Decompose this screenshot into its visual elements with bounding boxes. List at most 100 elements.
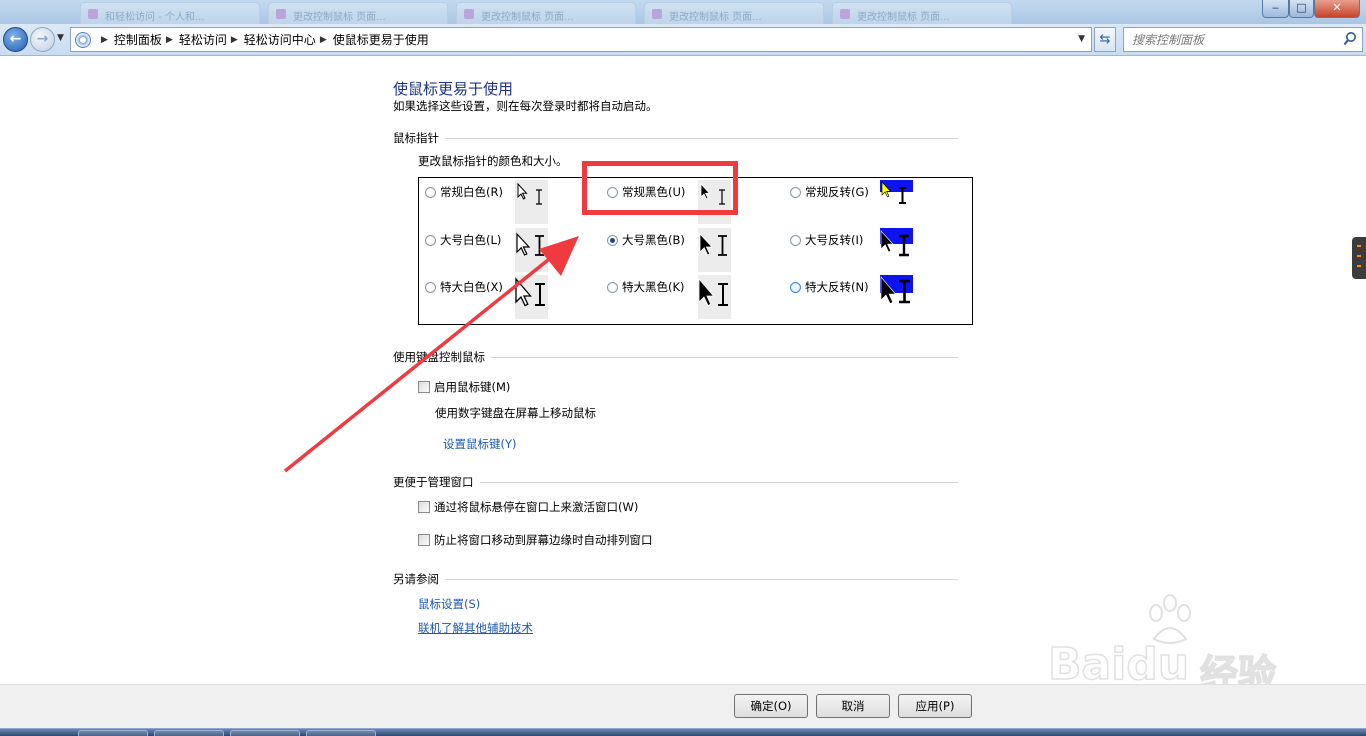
refresh-button[interactable]: ⇆ (1094, 27, 1116, 52)
handle-dot (1357, 255, 1361, 257)
search-box[interactable] (1123, 27, 1363, 52)
ghost-tab[interactable]: 更改控制鼠标 页面... (268, 2, 448, 24)
inverted-pointer-icon (880, 230, 909, 257)
page-icon (88, 9, 98, 19)
mouse-keys-description: 使用数字键盘在屏幕上移动鼠标 (435, 406, 596, 420)
mouse-keys-checkbox[interactable]: 启用鼠标键(M) (418, 379, 510, 395)
extra-large-white-preview (515, 275, 548, 319)
ghost-tab[interactable]: 更改控制鼠标 页面... (832, 2, 1012, 24)
section-keyboard: 使用键盘控制鼠标 (393, 349, 958, 365)
checkbox[interactable] (418, 501, 430, 513)
control-panel-icon (75, 31, 91, 48)
window-titlebar: 和轻松访问 - 个人和... 更改控制鼠标 页面... 更改控制鼠标 页面...… (0, 0, 1366, 24)
minimize-button[interactable]: ‒ (1262, 0, 1289, 18)
black-pointer-icon (698, 277, 728, 307)
chevron-right-icon[interactable]: ▶ (101, 35, 108, 45)
side-panel-handle[interactable] (1352, 237, 1366, 279)
option-regular-white[interactable]: 常规白色(R) (425, 182, 503, 202)
inverted-pointer-icon (881, 181, 906, 204)
radio-button[interactable] (790, 281, 801, 293)
taskbar-item[interactable] (306, 730, 376, 736)
extra-large-black-preview (698, 275, 731, 319)
address-bar[interactable]: ▶ 控制面板 ▶ 轻松访问 ▶ 轻松访问中心 ▶ 使鼠标更易于使用 ▼ (70, 27, 1092, 52)
radio-button[interactable] (607, 234, 618, 246)
recent-pages-dropdown-icon[interactable]: ▼ (57, 33, 64, 43)
ghost-tab[interactable]: 和轻松访问 - 个人和... (80, 2, 260, 24)
dialog-footer: 确定(O) 取消 应用(P) (0, 684, 1366, 728)
section-see-also: 另请参阅 (393, 571, 958, 587)
handle-dot (1357, 265, 1361, 267)
black-pointer-icon (699, 232, 727, 256)
option-extra-large-inverted[interactable]: 特大反转(N) (790, 277, 869, 297)
chevron-down-icon[interactable]: ▼ (1078, 34, 1085, 44)
taskbar-item[interactable] (230, 730, 300, 736)
apply-button[interactable]: 应用(P) (898, 694, 972, 718)
regular-inverted-preview (880, 180, 913, 224)
setup-mouse-keys-link[interactable]: 设置鼠标键(Y) (443, 436, 517, 452)
radio-button[interactable] (790, 234, 801, 246)
section-heading: 鼠标指针 (393, 131, 439, 145)
back-button[interactable]: ← (3, 27, 28, 52)
section-heading: 更便于管理窗口 (393, 475, 474, 489)
maximize-button[interactable]: □ (1289, 0, 1314, 18)
breadcrumb-ease-of-access[interactable]: 轻松访问 (179, 31, 227, 48)
page-icon (464, 9, 474, 19)
taskbar-item[interactable] (154, 730, 224, 736)
search-input[interactable] (1132, 29, 1332, 51)
section-pointers: 鼠标指针 (393, 130, 958, 146)
ok-button[interactable]: 确定(O) (734, 694, 808, 718)
handle-dot (1357, 245, 1361, 247)
option-regular-inverted[interactable]: 常规反转(G) (790, 182, 869, 202)
page-title: 使鼠标更易于使用 (393, 80, 514, 98)
online-assistive-tech-link[interactable]: 联机了解其他辅助技术 (418, 620, 533, 636)
ghost-tab[interactable]: 更改控制鼠标 页面... (644, 2, 824, 24)
highlight-box (582, 161, 738, 215)
hover-activate-checkbox[interactable]: 通过将鼠标悬停在窗口上来激活窗口(W) (418, 499, 638, 515)
prevent-arrange-checkbox[interactable]: 防止将窗口移动到屏幕边缘时自动排列窗口 (418, 532, 653, 548)
option-large-black[interactable]: 大号黑色(B) (607, 230, 685, 250)
divider (491, 356, 958, 358)
checkbox[interactable] (418, 381, 430, 393)
radio-button[interactable] (425, 281, 436, 293)
search-icon[interactable] (1343, 31, 1357, 47)
white-pointer-icon (516, 232, 544, 256)
mouse-settings-link[interactable]: 鼠标设置(S) (418, 596, 480, 612)
taskbar-item[interactable] (78, 730, 148, 736)
chevron-right-icon[interactable]: ▶ (320, 35, 327, 45)
regular-white-preview (515, 180, 548, 224)
option-extra-large-white[interactable]: 特大白色(X) (425, 277, 503, 297)
option-large-white[interactable]: 大号白色(L) (425, 230, 501, 250)
chevron-right-icon[interactable]: ▶ (166, 35, 173, 45)
white-pointer-icon (515, 277, 545, 307)
radio-button[interactable] (607, 281, 618, 293)
large-inverted-preview (880, 228, 913, 272)
forward-button[interactable]: → (30, 27, 55, 52)
page-icon (276, 9, 286, 19)
chevron-right-icon[interactable]: ▶ (231, 35, 238, 45)
radio-button[interactable] (790, 186, 801, 198)
pointers-description: 更改鼠标指针的颜色和大小。 (418, 154, 568, 168)
section-heading: 使用键盘控制鼠标 (393, 350, 485, 364)
option-extra-large-black[interactable]: 特大黑色(K) (607, 277, 685, 297)
divider (445, 137, 958, 139)
close-button[interactable]: ✕ (1314, 0, 1360, 18)
paw-logo-icon (1149, 594, 1191, 644)
option-large-inverted[interactable]: 大号反转(I) (790, 230, 863, 250)
page-icon (840, 9, 850, 19)
breadcrumb-current-page[interactable]: 使鼠标更易于使用 (333, 31, 429, 48)
breadcrumb-control-panel[interactable]: 控制面板 (114, 31, 162, 48)
checkbox[interactable] (418, 534, 430, 546)
divider (479, 481, 958, 483)
radio-button[interactable] (425, 186, 436, 198)
watermark-brand: Baidu (1047, 638, 1190, 691)
large-black-preview (698, 228, 731, 272)
radio-button[interactable] (425, 234, 436, 246)
page-icon (652, 9, 662, 19)
navigation-bar: ← → ▼ ▶ 控制面板 ▶ 轻松访问 ▶ 轻松访问中心 ▶ 使鼠标更易于使用 … (0, 24, 1366, 56)
breadcrumb-ease-of-access-center[interactable]: 轻松访问中心 (244, 31, 316, 48)
divider (445, 578, 958, 580)
section-heading: 另请参阅 (393, 572, 439, 586)
cancel-button[interactable]: 取消 (816, 694, 890, 718)
ghost-tab[interactable]: 更改控制鼠标 页面... (456, 2, 636, 24)
page-subtitle: 如果选择这些设置，则在每次登录时都将自动启动。 (393, 99, 658, 113)
